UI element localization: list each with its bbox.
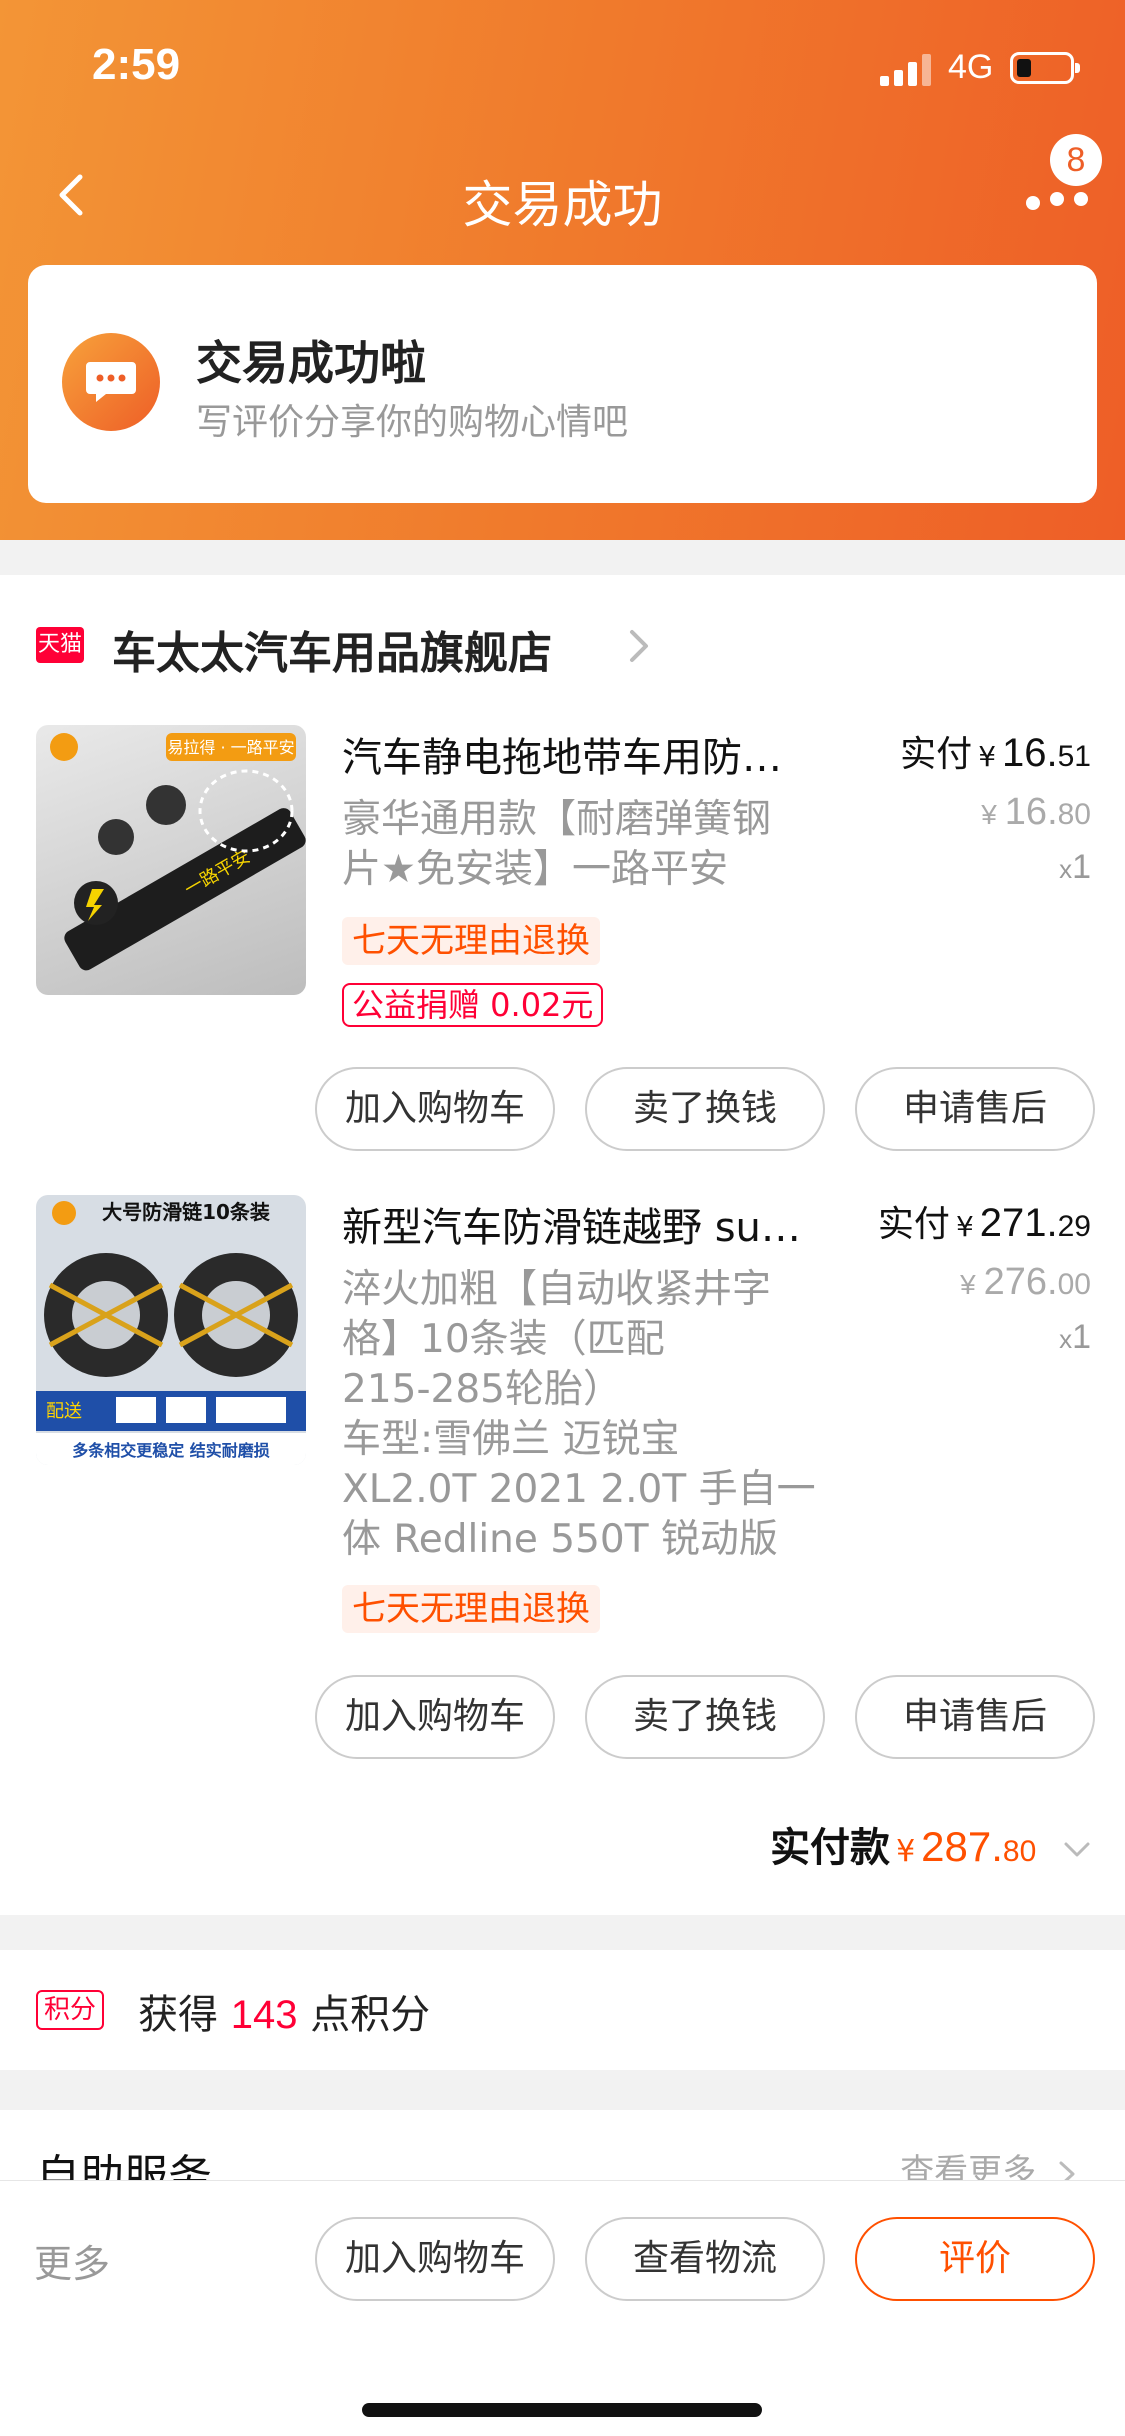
points-text: 获得 143 点积分 <box>138 1992 431 2038</box>
resell-button[interactable]: 卖了换钱 <box>585 1675 825 1759</box>
paid-price: 实付 ¥16.51 <box>900 731 1091 775</box>
quantity: x1 <box>1059 1318 1091 1356</box>
bottom-action-bar: 更多 加入购物车 查看物流 评价 <box>0 2180 1125 2436</box>
order-card: 天猫 车太太汽车用品旗舰店 易拉得 · 一路平安 一路平安 汽车静电拖地带车用防… <box>0 575 1125 1915</box>
price-block: 实付 ¥271.29 ¥276.00 x1 <box>878 1195 1091 1357</box>
header: 2:59 4G 交易成功 8 交易成功啦 写评价分享你的购物心情吧 <box>0 0 1125 540</box>
tmall-icon: 天猫 <box>36 627 84 663</box>
network-type: 4G <box>948 48 994 86</box>
page-title: 交易成功 <box>462 176 663 234</box>
original-price: ¥16.80 <box>981 791 1091 833</box>
resell-button[interactable]: 卖了换钱 <box>585 1067 825 1151</box>
thumb-promo: 配送 <box>46 1401 82 1422</box>
chat-bubble-icon <box>62 333 160 431</box>
product-thumbnail[interactable]: 易拉得 · 一路平安 一路平安 <box>36 725 306 995</box>
more-options-button[interactable]: 更多 <box>34 2233 110 2288</box>
return-policy-tag: 七天无理由退换 <box>342 1585 600 1633</box>
product-spec: 淬火加粗【自动收紧井字 格】10条装（匹配 215-285轮胎） 车型:雪佛兰 … <box>342 1267 816 1562</box>
shop-name[interactable]: 车太太汽车用品旗舰店 <box>112 617 552 681</box>
thumb-footer: 多条相交更稳定 结实耐磨损 <box>72 1441 270 1460</box>
chevron-right-icon <box>630 630 648 662</box>
success-subtitle[interactable]: 写评价分享你的购物心情吧 <box>196 393 628 445</box>
original-price: ¥276.00 <box>960 1261 1091 1303</box>
view-logistics-button[interactable]: 查看物流 <box>585 2217 825 2301</box>
product-spec: 豪华通用款【耐磨弹簧钢 片★免安装】一路平安 <box>342 797 772 892</box>
thumb-banner: 大号防滑链10条装 <box>102 1200 270 1224</box>
success-title: 交易成功啦 <box>196 336 426 390</box>
price-block: 实付 ¥16.51 ¥16.80 x1 <box>900 725 1091 887</box>
item-action-buttons: 加入购物车 卖了换钱 申请售后 <box>0 1067 1125 1151</box>
add-to-cart-button[interactable]: 加入购物车 <box>315 2217 555 2301</box>
order-total[interactable]: 实付款 ¥287.80 <box>770 1815 1091 1873</box>
review-button[interactable]: 评价 <box>855 2217 1095 2301</box>
status-bar: 2:59 4G <box>0 0 1125 140</box>
add-to-cart-button[interactable]: 加入购物车 <box>315 1675 555 1759</box>
order-item: 易拉得 · 一路平安 一路平安 汽车静电拖地带车用防… 豪华通用款【耐磨弹簧钢 … <box>0 725 1125 1151</box>
success-card: 交易成功啦 写评价分享你的购物心情吧 <box>28 265 1097 503</box>
points-card: 积分 获得 143 点积分 <box>0 1950 1125 2070</box>
item-action-buttons: 加入购物车 卖了换钱 申请售后 <box>0 1675 1125 1759</box>
status-time: 2:59 <box>92 40 181 89</box>
quantity: x1 <box>1059 848 1091 886</box>
add-to-cart-button[interactable]: 加入购物车 <box>315 1067 555 1151</box>
home-indicator[interactable] <box>362 2403 762 2417</box>
product-title[interactable]: 新型汽车防滑链越野 su… <box>342 1195 822 1253</box>
battery-icon <box>1010 52 1080 84</box>
points-badge: 积分 <box>36 1990 105 2030</box>
product-title[interactable]: 汽车静电拖地带车用防… <box>342 725 822 783</box>
shop-header[interactable]: 天猫 车太太汽车用品旗舰店 <box>0 605 1125 685</box>
order-item: 大号防滑链10条装 配送 多条相交更稳定 结实耐磨损 新型汽车防滑链越野 su… <box>0 1195 1125 1775</box>
charity-tag: 公益捐赠 0.02元 <box>342 983 604 1027</box>
paid-price: 实付 ¥271.29 <box>877 1201 1091 1245</box>
return-policy-tag: 七天无理由退换 <box>342 917 600 965</box>
more-dots-icon <box>1026 196 1040 210</box>
chevron-down-icon <box>1064 1842 1090 1857</box>
thumb-banner: 易拉得 · 一路平安 <box>167 738 294 757</box>
message-count-badge: 8 <box>1050 134 1102 186</box>
signal-icon <box>880 52 934 86</box>
after-sales-button[interactable]: 申请售后 <box>855 1675 1095 1759</box>
product-thumbnail[interactable]: 大号防滑链10条装 配送 多条相交更稳定 结实耐磨损 <box>36 1195 306 1465</box>
after-sales-button[interactable]: 申请售后 <box>855 1067 1095 1151</box>
